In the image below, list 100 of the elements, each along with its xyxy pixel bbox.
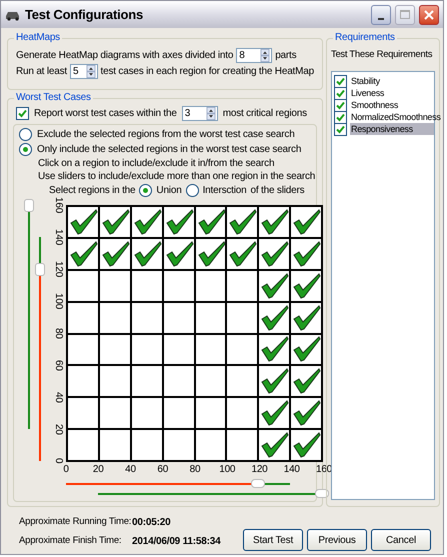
grid-region[interactable] bbox=[291, 238, 323, 271]
grid-region[interactable] bbox=[164, 302, 196, 335]
dialog-button[interactable]: Previous bbox=[307, 529, 367, 551]
list-item[interactable]: Responsiveness bbox=[350, 123, 434, 136]
grid-region[interactable] bbox=[259, 238, 292, 271]
grid-region[interactable] bbox=[196, 430, 228, 462]
radio-button[interactable] bbox=[19, 143, 32, 156]
checkbox[interactable] bbox=[334, 86, 347, 100]
grid-region[interactable] bbox=[291, 366, 323, 398]
grid-region[interactable] bbox=[259, 302, 292, 335]
grid-region[interactable] bbox=[68, 207, 100, 239]
grid-region[interactable] bbox=[100, 270, 132, 303]
grid-region[interactable] bbox=[259, 207, 292, 239]
grid-region[interactable] bbox=[227, 238, 260, 271]
grid-region[interactable] bbox=[100, 366, 132, 398]
close-button[interactable] bbox=[419, 4, 439, 24]
grid-region[interactable] bbox=[100, 398, 132, 430]
radio-label[interactable]: Exclude the selected regions from the worst test case search bbox=[37, 127, 295, 142]
grid-region[interactable] bbox=[164, 430, 196, 462]
radio-button[interactable] bbox=[186, 184, 199, 197]
grid-region[interactable] bbox=[227, 366, 260, 398]
grid-region[interactable] bbox=[227, 302, 260, 335]
slider-thumb[interactable] bbox=[251, 479, 265, 488]
grid-region[interactable] bbox=[164, 398, 196, 430]
grid-region[interactable] bbox=[164, 334, 196, 366]
spinner-arrows-icon[interactable] bbox=[86, 65, 96, 78]
slider-thumb[interactable] bbox=[315, 489, 329, 498]
grid-region[interactable] bbox=[196, 334, 228, 366]
grid-region[interactable] bbox=[227, 430, 260, 462]
grid-region[interactable] bbox=[291, 430, 323, 462]
number-spinner[interactable]: 3 bbox=[182, 106, 218, 121]
grid-region[interactable] bbox=[164, 366, 196, 398]
checkbox[interactable] bbox=[334, 74, 347, 88]
checkbox[interactable] bbox=[334, 110, 347, 124]
region-grid[interactable] bbox=[66, 205, 323, 462]
grid-region[interactable] bbox=[227, 398, 260, 430]
grid-region[interactable] bbox=[100, 238, 132, 271]
grid-region[interactable] bbox=[132, 366, 164, 398]
spinner-arrows-icon[interactable] bbox=[206, 107, 216, 120]
grid-region[interactable] bbox=[68, 238, 100, 271]
grid-region[interactable] bbox=[291, 207, 323, 239]
grid-region[interactable] bbox=[164, 270, 196, 303]
radio-label[interactable]: Union bbox=[156, 183, 182, 198]
grid-region[interactable] bbox=[132, 238, 164, 271]
grid-region[interactable] bbox=[68, 302, 100, 335]
grid-region[interactable] bbox=[132, 430, 164, 462]
grid-region[interactable] bbox=[196, 270, 228, 303]
grid-region[interactable] bbox=[100, 430, 132, 462]
grid-region[interactable] bbox=[196, 207, 228, 239]
grid-region[interactable] bbox=[196, 302, 228, 335]
slider-thumb[interactable] bbox=[35, 262, 45, 276]
radio-label[interactable]: Only include the selected regions in the worst test case search bbox=[37, 142, 302, 157]
list-item[interactable]: Stability bbox=[350, 75, 434, 88]
list-item[interactable]: Smoothness bbox=[350, 99, 434, 112]
checkbox[interactable] bbox=[334, 98, 347, 112]
dialog-button[interactable]: Cancel bbox=[371, 529, 431, 551]
grid-region[interactable] bbox=[68, 270, 100, 303]
grid-region[interactable] bbox=[132, 207, 164, 239]
grid-region[interactable] bbox=[227, 270, 260, 303]
grid-region[interactable] bbox=[164, 238, 196, 271]
grid-region[interactable] bbox=[68, 366, 100, 398]
grid-region[interactable] bbox=[291, 398, 323, 430]
radio-label[interactable]: Intersction bbox=[202, 183, 246, 198]
dialog-button[interactable]: Start Test bbox=[243, 529, 303, 551]
grid-region[interactable] bbox=[100, 302, 132, 335]
slider-thumb[interactable] bbox=[24, 198, 34, 212]
number-spinner[interactable]: 8 bbox=[236, 48, 272, 63]
grid-region[interactable] bbox=[259, 366, 292, 398]
grid-region[interactable] bbox=[68, 430, 100, 462]
grid-region[interactable] bbox=[164, 207, 196, 239]
spinner-arrows-icon[interactable] bbox=[260, 49, 270, 62]
grid-region[interactable] bbox=[259, 430, 292, 462]
radio-button[interactable] bbox=[139, 184, 152, 197]
grid-region[interactable] bbox=[291, 334, 323, 366]
list-item[interactable]: NormalizedSmoothness bbox=[350, 111, 441, 124]
minimize-button[interactable] bbox=[371, 4, 391, 24]
grid-region[interactable] bbox=[259, 334, 292, 366]
grid-region[interactable] bbox=[196, 366, 228, 398]
grid-region[interactable] bbox=[227, 207, 260, 239]
grid-region[interactable] bbox=[291, 302, 323, 335]
grid-region[interactable] bbox=[132, 270, 164, 303]
number-spinner[interactable]: 5 bbox=[70, 64, 98, 79]
grid-region[interactable] bbox=[259, 270, 292, 303]
grid-region[interactable] bbox=[196, 238, 228, 271]
checkbox[interactable] bbox=[334, 122, 347, 136]
grid-region[interactable] bbox=[259, 398, 292, 430]
grid-region[interactable] bbox=[100, 207, 132, 239]
checkbox[interactable] bbox=[16, 107, 29, 120]
grid-region[interactable] bbox=[227, 334, 260, 366]
grid-region[interactable] bbox=[291, 270, 323, 303]
radio-button[interactable] bbox=[19, 128, 32, 141]
grid-region[interactable] bbox=[132, 334, 164, 366]
list-item[interactable]: Liveness bbox=[350, 87, 434, 100]
grid-region[interactable] bbox=[68, 334, 100, 366]
grid-region[interactable] bbox=[132, 398, 164, 430]
grid-region[interactable] bbox=[68, 398, 100, 430]
grid-region[interactable] bbox=[100, 334, 132, 366]
grid-region[interactable] bbox=[196, 398, 228, 430]
grid-region[interactable] bbox=[132, 302, 164, 335]
check-mark-icon bbox=[166, 208, 194, 235]
